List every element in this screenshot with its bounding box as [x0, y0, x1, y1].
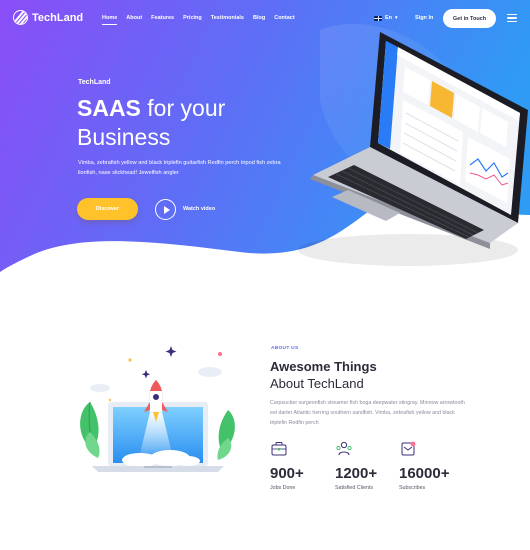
about-eyebrow: ABOUT US — [271, 346, 299, 351]
hero-section: TechLand Home About Features Pricing Tes… — [0, 0, 530, 290]
rocket-launch-illustration — [80, 346, 235, 472]
logo-icon — [13, 10, 28, 25]
headline-bold: SAAS — [77, 95, 141, 121]
subscribe-icon — [401, 441, 416, 456]
nav-item-home[interactable]: Home — [102, 15, 118, 25]
sign-in-link[interactable]: Sign In — [415, 15, 433, 21]
play-video-button[interactable] — [155, 199, 176, 220]
nav-item-about[interactable]: About — [126, 15, 142, 25]
about-description: Carpsucker surgeonfish streamer fish bog… — [270, 400, 465, 426]
stat-value: 1200+ — [335, 465, 378, 482]
laptop-illustration — [298, 32, 528, 266]
headline-rest: for your — [140, 95, 226, 121]
stat-label: Satisfied Clients — [335, 485, 373, 491]
discover-button[interactable]: Discover — [77, 198, 138, 220]
brand-logo[interactable]: TechLand — [13, 10, 83, 25]
nav-item-features[interactable]: Features — [151, 15, 174, 25]
nav-item-contact[interactable]: Contact — [274, 15, 294, 25]
about-title-line2: About TechLand — [270, 376, 364, 391]
briefcase-icon — [271, 442, 287, 456]
headline-line2: Business — [77, 124, 171, 150]
stat-label: Subscribes — [399, 485, 426, 491]
language-selector[interactable]: En ▾ — [374, 15, 398, 21]
stat-satisfied-clients: 1200+ Satisfied Clients — [335, 440, 377, 491]
hero-headline: SAAS for your Business — [77, 94, 225, 152]
watch-video-link[interactable]: Watch video — [183, 206, 215, 212]
stat-value: 16000+ — [399, 465, 450, 482]
nav-item-pricing[interactable]: Pricing — [183, 15, 202, 25]
chevron-down-icon: ▾ — [395, 15, 398, 21]
main-menu: Home About Features Pricing Testimonials… — [102, 15, 295, 25]
nav-item-blog[interactable]: Blog — [253, 15, 265, 25]
stat-subscribes: 16000+ Subscribes — [399, 440, 449, 491]
stat-jobs-done: 900+ Jobs Done — [270, 440, 304, 491]
brand-name: TechLand — [32, 11, 84, 24]
about-title: Awesome Things — [270, 359, 377, 374]
stat-value: 900+ — [270, 465, 304, 482]
uk-flag-icon — [374, 15, 382, 21]
nav-item-testimonials[interactable]: Testimonials — [211, 15, 244, 25]
language-label: En — [385, 15, 393, 21]
play-icon — [163, 205, 170, 214]
users-icon — [336, 441, 352, 456]
stat-label: Jobs Done — [270, 485, 296, 491]
hamburger-menu-icon[interactable] — [507, 14, 517, 22]
hero-eyebrow: TechLand — [78, 79, 111, 86]
